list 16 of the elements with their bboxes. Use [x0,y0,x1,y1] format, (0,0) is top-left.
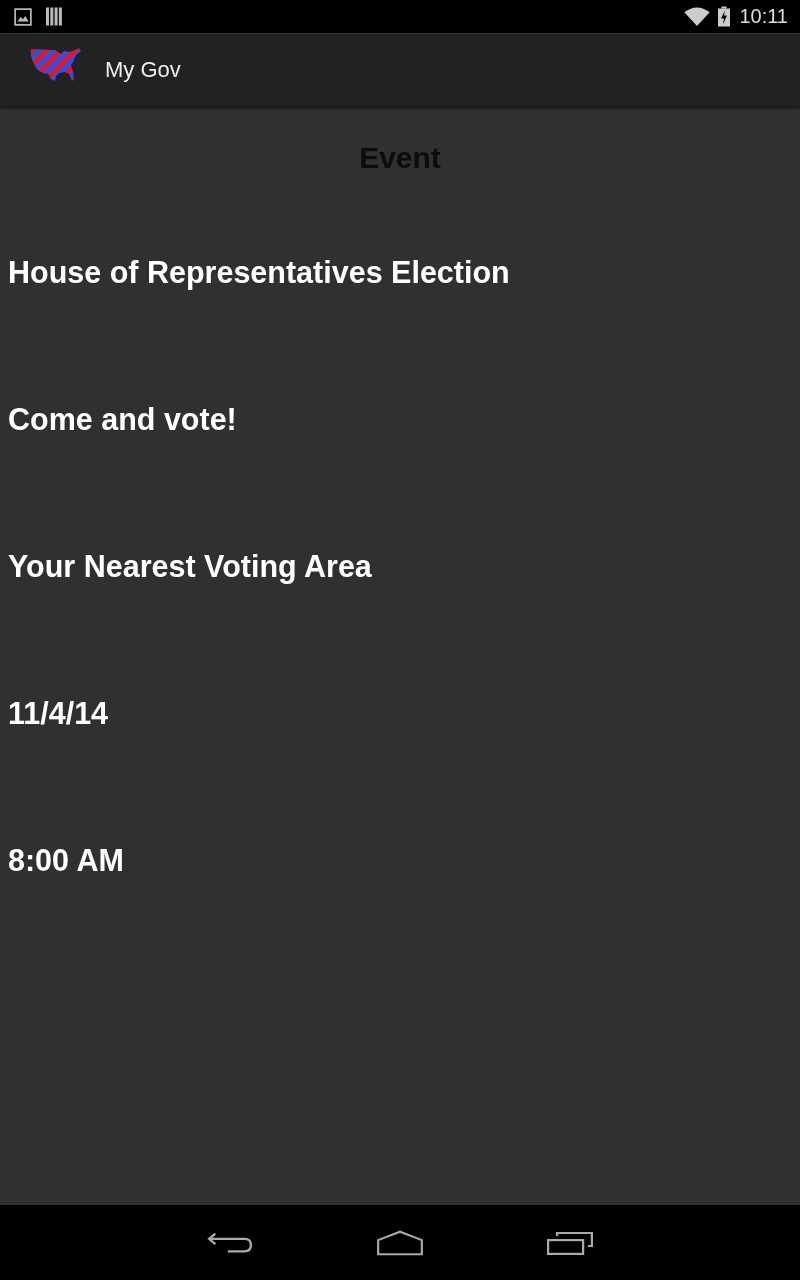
status-time: 10:11 [739,5,788,28]
bars-icon [46,7,62,26]
striped-map-icon[interactable] [31,48,81,82]
event-detail: Come and vote! [8,401,237,437]
image-icon [14,7,32,26]
event-detail: Your Nearest Voting Area [8,548,372,584]
wifi-icon [684,7,711,26]
event-detail: 11/4/14 [8,695,109,731]
home-button[interactable] [377,1229,423,1256]
event-detail: House of Representatives Election [8,254,510,290]
recent-apps-icon [547,1229,593,1256]
app-title: My Gov [105,57,181,83]
battery-charging-icon [718,6,731,27]
home-icon [377,1229,423,1256]
event-detail: 8:00 AM [8,842,124,878]
recent-apps-button[interactable] [547,1229,593,1256]
